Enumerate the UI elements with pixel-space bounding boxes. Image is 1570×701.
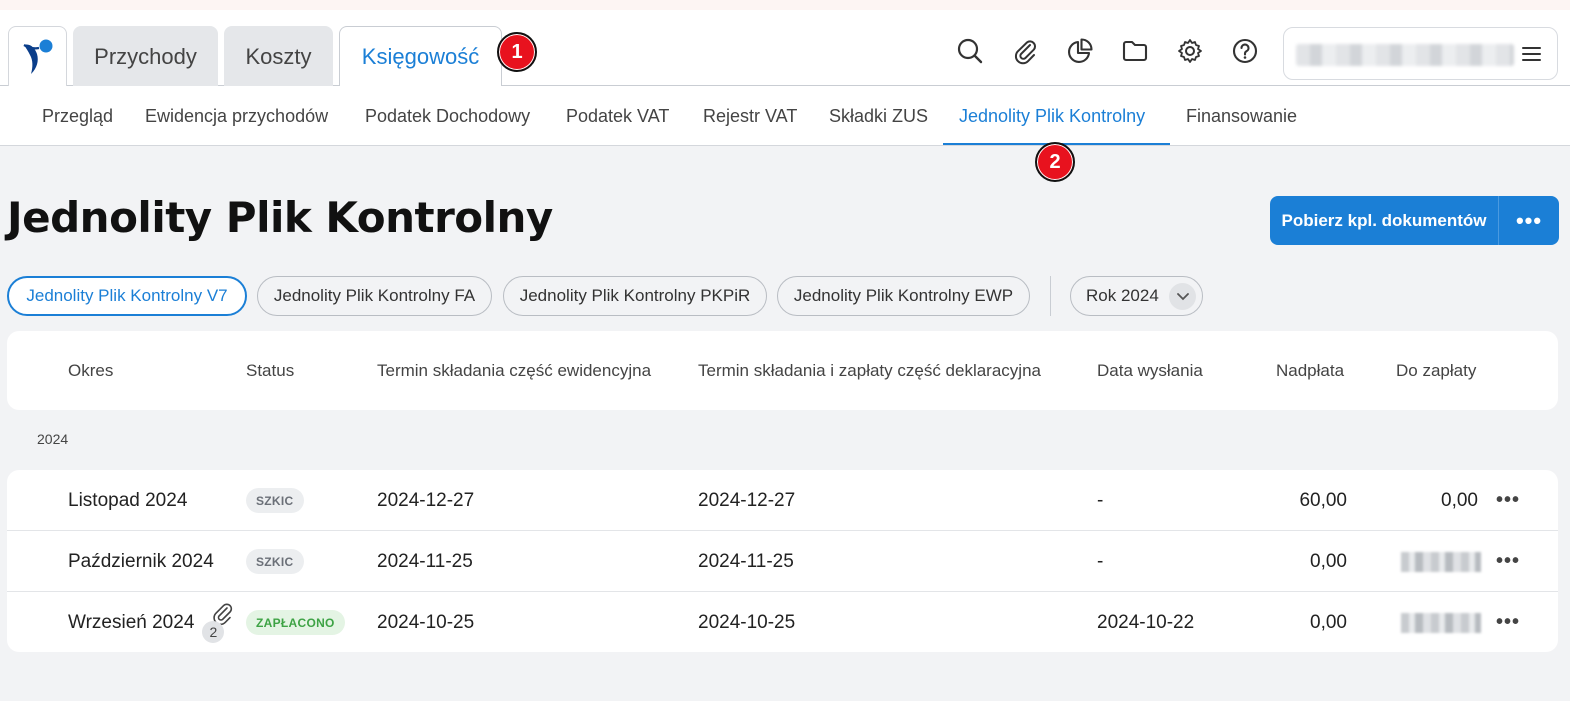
folder-icon[interactable]	[1117, 33, 1153, 69]
table-row[interactable]: Wrzesień 2024 2 ZAPŁACONO 2024-10-25 202…	[7, 592, 1558, 652]
table-body: Listopad 2024 SZKIC 2024-12-27 2024-12-2…	[7, 470, 1558, 652]
logo-icon	[22, 39, 52, 74]
cell-period: Wrzesień 2024 2	[68, 592, 238, 652]
column-header-termin-dekl[interactable]: Termin składania i zapłaty część deklara…	[698, 331, 1041, 410]
sub-navigation: Przegląd Ewidencja przychodów Podatek Do…	[0, 86, 1570, 146]
cell-sent: -	[1097, 489, 1104, 511]
subnav-item-rejestr-vat[interactable]: Rejestr VAT	[703, 86, 797, 146]
more-actions-button[interactable]: •••	[1499, 196, 1559, 245]
annotation-badge-2: 2	[1035, 142, 1075, 182]
cell-due: 0,00	[1441, 489, 1478, 511]
year-select[interactable]: Rok 2024	[1070, 276, 1203, 316]
cell-term-dekl: 2024-11-25	[698, 550, 794, 572]
table-row[interactable]: Listopad 2024 SZKIC 2024-12-27 2024-12-2…	[7, 470, 1558, 531]
cell-overpay: 60,00	[1299, 489, 1347, 511]
download-button-group: Pobierz kpl. dokumentów •••	[1270, 196, 1559, 245]
cell-term-ewid: 2024-12-27	[377, 489, 475, 511]
cell-due-redacted	[1398, 592, 1481, 652]
row-menu-button[interactable]: •••	[1496, 531, 1520, 592]
chip-jpk-v7[interactable]: Jednolity Plik Kontrolny V7	[7, 276, 247, 316]
page-title: Jednolity Plik Kontrolny	[7, 193, 553, 242]
subnav-item-finansowanie[interactable]: Finansowanie	[1186, 86, 1297, 146]
tab-label: Przychody	[94, 43, 197, 69]
tab-ksiegowosc[interactable]: Księgowość	[339, 26, 502, 88]
help-icon[interactable]	[1227, 33, 1263, 69]
hamburger-icon[interactable]	[1522, 47, 1541, 61]
search-icon[interactable]	[952, 33, 988, 69]
cell-period: Listopad 2024	[68, 489, 188, 511]
column-header-nadplata[interactable]: Nadpłata	[1276, 331, 1344, 410]
gear-icon[interactable]	[1172, 33, 1208, 69]
top-strip	[0, 0, 1570, 10]
row-menu-button[interactable]: •••	[1496, 592, 1520, 652]
cell-due-redacted	[1398, 531, 1481, 592]
status-badge: SZKIC	[246, 488, 304, 513]
chip-jpk-ewp[interactable]: Jednolity Plik Kontrolny EWP	[777, 276, 1030, 316]
cell-sent: 2024-10-22	[1097, 611, 1195, 633]
subnav-item-podatek-vat[interactable]: Podatek VAT	[566, 86, 669, 146]
subnav-item-jpk[interactable]: Jednolity Plik Kontrolny	[959, 86, 1145, 146]
cell-term-ewid: 2024-10-25	[377, 611, 475, 633]
subnav-item-skladki-zus[interactable]: Składki ZUS	[829, 86, 928, 146]
cell-term-dekl: 2024-12-27	[698, 489, 796, 511]
top-bar: Przychody Koszty Księgowość	[0, 10, 1570, 88]
year-select-value: Rok 2024	[1086, 286, 1159, 305]
column-header-data-wyslania[interactable]: Data wysłania	[1097, 331, 1203, 410]
tab-przychody[interactable]: Przychody	[73, 26, 218, 87]
attachments-indicator[interactable]: 2	[202, 602, 238, 643]
tab-koszty[interactable]: Koszty	[224, 26, 333, 87]
cell-term-dekl: 2024-10-25	[698, 611, 796, 633]
attachment-count: 2	[202, 620, 225, 643]
table-row[interactable]: Październik 2024 SZKIC 2024-11-25 2024-1…	[7, 531, 1558, 592]
download-documents-button[interactable]: Pobierz kpl. dokumentów	[1270, 196, 1499, 245]
chip-jpk-fa[interactable]: Jednolity Plik Kontrolny FA	[257, 276, 492, 316]
app-logo[interactable]	[8, 26, 67, 87]
subnav-item-podatek-dochodowy[interactable]: Podatek Dochodowy	[365, 86, 530, 146]
chip-jpk-pkpir[interactable]: Jednolity Plik Kontrolny PKPiR	[503, 276, 767, 316]
paperclip-icon[interactable]	[1007, 33, 1043, 69]
subnav-item-ewidencja[interactable]: Ewidencja przychodów	[145, 86, 328, 146]
filter-divider	[1050, 276, 1051, 316]
annotation-badge-1: 1	[497, 32, 537, 72]
table-header: Okres Status Termin składania część ewid…	[7, 331, 1558, 410]
column-header-termin-ewid[interactable]: Termin składania część ewidencyjna	[377, 331, 651, 410]
user-menu[interactable]	[1283, 27, 1558, 80]
cell-overpay: 0,00	[1310, 611, 1347, 633]
pie-chart-icon[interactable]	[1062, 33, 1098, 69]
cell-status: SZKIC	[246, 470, 304, 531]
cell-status: ZAPŁACONO	[246, 592, 345, 652]
column-header-okres[interactable]: Okres	[68, 331, 113, 410]
group-label-year: 2024	[37, 431, 69, 447]
chevron-down-icon	[1169, 283, 1196, 310]
cell-status: SZKIC	[246, 531, 304, 592]
row-menu-button[interactable]: •••	[1496, 470, 1520, 531]
user-name-redacted	[1296, 44, 1514, 66]
cell-term-ewid: 2024-11-25	[377, 550, 473, 572]
column-header-do-zaplaty[interactable]: Do zapłaty	[1396, 331, 1476, 410]
tab-label: Księgowość	[361, 44, 480, 69]
period-label: Wrzesień 2024	[68, 611, 195, 633]
column-header-status[interactable]: Status	[246, 331, 294, 410]
subnav-item-przeglad[interactable]: Przegląd	[42, 86, 113, 146]
tab-label: Koszty	[245, 43, 312, 69]
cell-overpay: 0,00	[1310, 550, 1347, 572]
status-badge: SZKIC	[246, 549, 304, 574]
cell-sent: -	[1097, 550, 1104, 572]
cell-period: Październik 2024	[68, 550, 214, 572]
status-badge: ZAPŁACONO	[246, 610, 345, 635]
